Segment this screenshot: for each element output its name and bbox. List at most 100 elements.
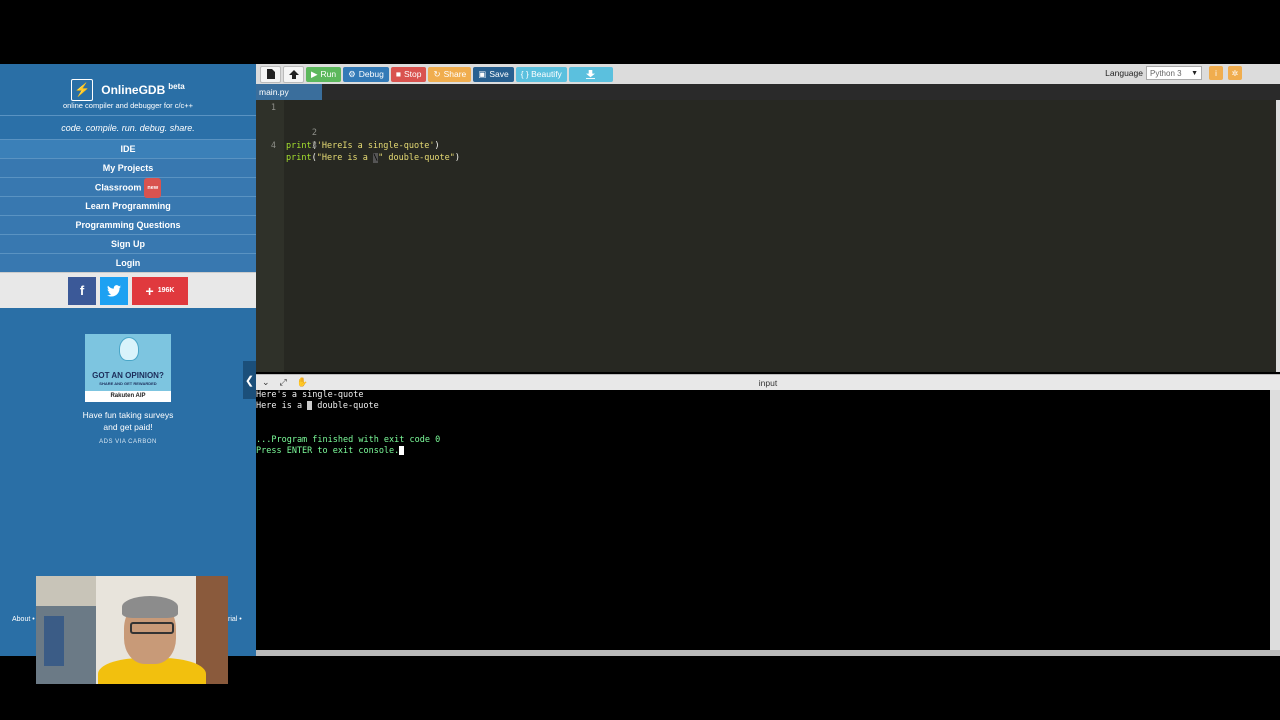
share-button[interactable]: ↻ Share	[428, 66, 472, 82]
language-select[interactable]: Python 3 ▼	[1146, 66, 1202, 80]
tab-main-py[interactable]: main.py	[256, 84, 322, 100]
nav-sign-up[interactable]: Sign Up	[0, 234, 256, 253]
upload-button[interactable]	[283, 65, 304, 83]
share-count: 196K	[157, 287, 175, 294]
save-icon: ▣	[478, 68, 487, 79]
line-number: 1	[270, 103, 276, 113]
stop-label: Stop	[403, 68, 422, 79]
console-exit-line: ...Program finished with exit code 0	[256, 435, 441, 446]
footer-about[interactable]: About •	[12, 616, 35, 623]
brand-tagline: online compiler and debugger for c/c++	[62, 101, 194, 110]
io-bar: ⌄ ⤢ ✋ input	[256, 374, 1280, 391]
code-token: "Here is a	[316, 153, 374, 163]
console-prompt-line: Press ENTER to exit console.	[256, 446, 1270, 457]
code-editor[interactable]: 1 2 print('HereIs a single-quote') 3 pri…	[256, 100, 1276, 372]
collapse-sidebar-button[interactable]: ❮	[243, 361, 256, 399]
code-line-2: 2 print('HereIs a single-quote')	[256, 115, 440, 151]
chevron-down-icon: ▼	[1191, 69, 1198, 77]
facebook-icon: f	[79, 283, 85, 298]
line-number: 4	[270, 140, 276, 151]
code-token: s a single-quote'	[347, 140, 435, 151]
nav-ide[interactable]: IDE	[0, 139, 256, 158]
debug-button[interactable]: ⚙ Debug	[343, 66, 389, 82]
share-label: Share	[443, 68, 467, 79]
stop-button[interactable]: ■ Stop	[390, 66, 427, 82]
webcam-person-hair	[122, 596, 178, 618]
webcam-person-glasses	[130, 622, 174, 634]
play-icon: ▶	[311, 68, 318, 79]
facebook-button[interactable]: f	[68, 276, 96, 305]
ad-image[interactable]: GOT AN OPINION? SHARE AND GET REWARDED R…	[85, 334, 171, 402]
share-count-button[interactable]: +196K	[132, 276, 188, 305]
ide-main: ▶ Run ⚙ Debug ■ Stop ↻ Share ▣ Save { } Beaut…	[256, 64, 1280, 656]
code-token: 'Here	[316, 140, 343, 151]
run-label: Run	[320, 68, 337, 79]
save-label: Save	[489, 68, 509, 79]
console-blank	[256, 424, 1270, 435]
twitter-icon	[107, 284, 121, 297]
debug-icon: ⚙	[348, 68, 356, 79]
download-icon	[586, 69, 596, 79]
beautify-button[interactable]: { } Beautify	[515, 66, 567, 82]
console-text: Press ENTER to exit console.	[256, 446, 400, 457]
lightbulb-icon	[119, 337, 139, 361]
console-text: double-quote	[312, 401, 379, 412]
settings-button[interactable]: ✲	[1228, 66, 1242, 80]
stop-icon: ■	[395, 68, 401, 79]
footer-tutorial[interactable]: rial •	[228, 616, 242, 623]
console-text: Here is a	[256, 401, 308, 412]
console-cursor	[399, 446, 405, 456]
webcam-shelf-items	[44, 616, 64, 666]
nav-programming-questions[interactable]: Programming Questions	[0, 215, 256, 234]
plus-icon: +	[145, 282, 154, 299]
ad-text[interactable]: Have fun taking surveys and get paid!	[0, 409, 256, 433]
ad-text-line1: Have fun taking surveys	[82, 410, 174, 420]
ad-panel[interactable]: GOT AN OPINION? SHARE AND GET REWARDED R…	[0, 326, 256, 466]
social-bar: f +196K	[0, 272, 256, 308]
lightning-logo-icon: ⚡	[71, 79, 94, 101]
brand-name: OnlineGDB beta	[101, 82, 185, 97]
download-button[interactable]	[568, 66, 613, 82]
code-token: )	[454, 153, 461, 163]
share-icon: ↻	[433, 68, 441, 79]
sidebar: ⚡ OnlineGDB beta online compiler and debu…	[0, 64, 256, 656]
language-label: Language	[1105, 68, 1143, 78]
toolbar: ▶ Run ⚙ Debug ■ Stop ↻ Share ▣ Save { } Beaut…	[256, 64, 1280, 84]
nav-classroom-label: Classroom	[94, 182, 142, 193]
nav-classroom[interactable]: Classroom new	[0, 177, 256, 198]
beautify-label: { } Beautify	[520, 68, 562, 79]
code-token: print	[286, 153, 312, 163]
app-window: ⚡ OnlineGDB beta online compiler and debu…	[0, 64, 1280, 656]
console-scrollbar[interactable]	[1270, 390, 1280, 650]
new-file-button[interactable]	[260, 65, 281, 83]
ad-credit[interactable]: ADS VIA CARBON	[0, 439, 256, 445]
motto: code. compile. run. debug. share.	[0, 115, 256, 139]
console-line: Here is a double-quote	[256, 401, 1270, 412]
run-button[interactable]: ▶ Run	[306, 66, 342, 82]
twitter-button[interactable]	[100, 276, 128, 305]
console-line: Here's a single-quote	[256, 390, 364, 400]
nav-login[interactable]: Login	[0, 253, 256, 272]
console-blank	[256, 413, 1270, 424]
debug-label: Debug	[358, 68, 384, 79]
ad-title: GOT AN OPINION?	[92, 371, 164, 380]
save-button[interactable]: ▣ Save	[473, 66, 514, 82]
editor-scrollbar[interactable]	[1276, 100, 1280, 372]
input-label[interactable]: input	[256, 378, 1280, 388]
nav-my-projects[interactable]: My Projects	[0, 158, 256, 177]
webcam-overlay	[36, 576, 228, 684]
brand-beta: beta	[168, 82, 185, 91]
ad-subtitle: SHARE AND GET REWARDED	[99, 381, 157, 386]
new-file-icon	[266, 69, 275, 79]
info-icon: i	[1215, 68, 1217, 78]
sidebar-strip	[0, 308, 256, 326]
horizontal-scrollbar[interactable]	[256, 650, 1280, 656]
language-area: Language Python 3 ▼ i ✲	[1105, 66, 1242, 80]
language-value: Python 3	[1150, 68, 1182, 78]
ad-text-line2: and get paid!	[103, 422, 153, 432]
chevron-left-icon: ❮	[244, 374, 255, 387]
line-number: 2	[311, 128, 317, 138]
output-console[interactable]: Here's a single-quote Here is a double-q…	[256, 390, 1270, 650]
info-button[interactable]: i	[1209, 66, 1223, 80]
nav-learn-programming[interactable]: Learn Programming	[0, 196, 256, 215]
